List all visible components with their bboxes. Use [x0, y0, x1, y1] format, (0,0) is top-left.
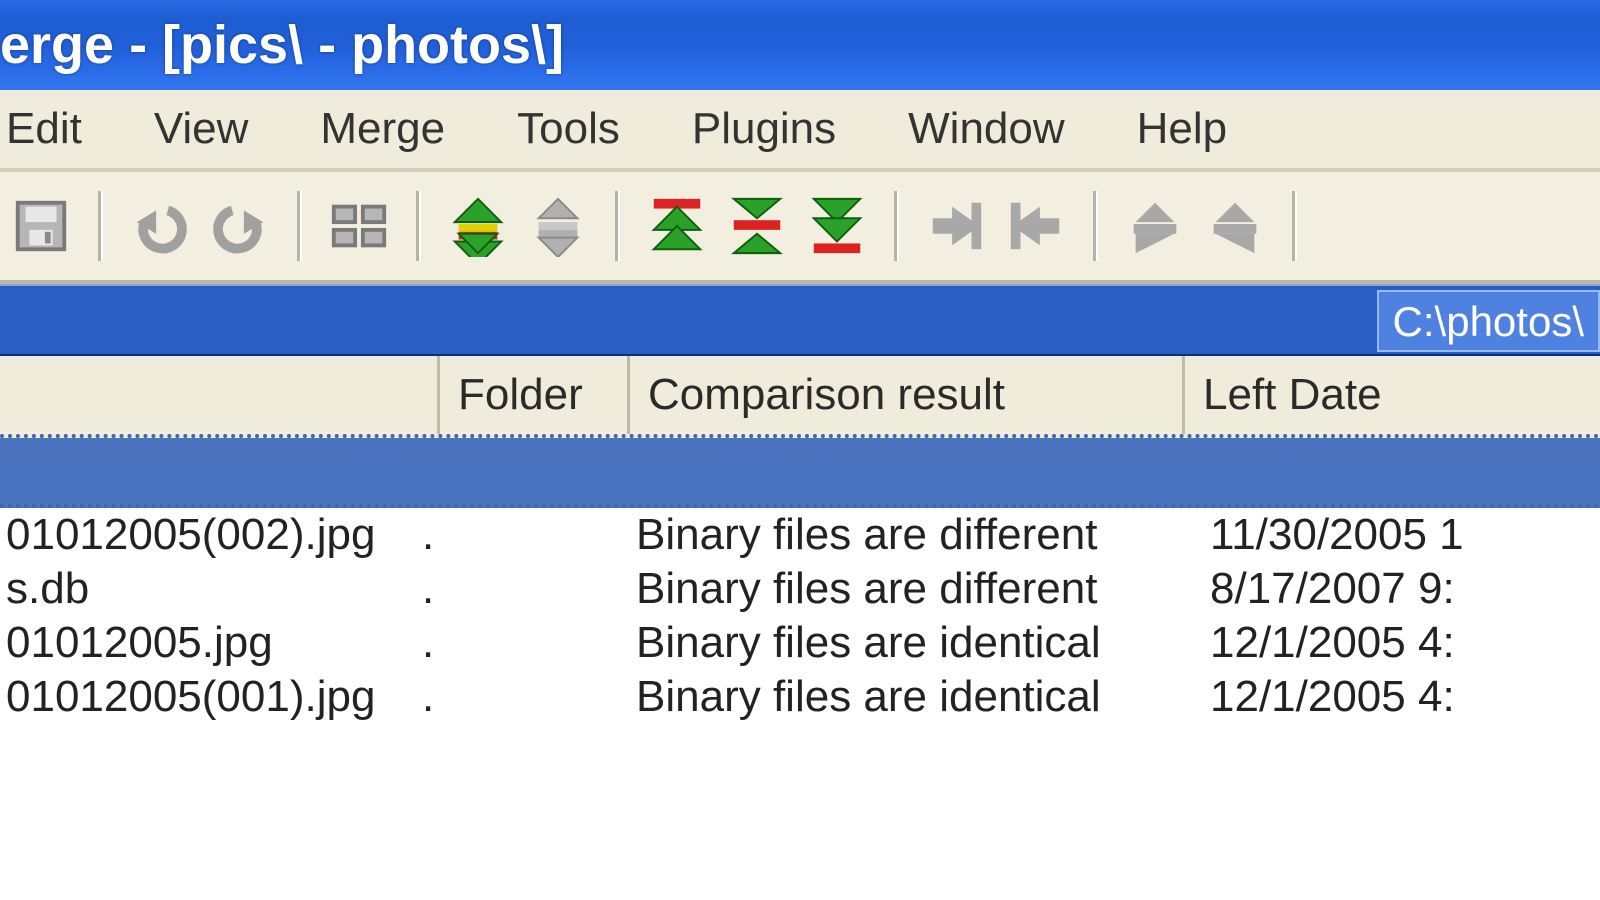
merge-to-left-icon — [1124, 195, 1186, 257]
redo-button[interactable] — [205, 191, 275, 261]
file-list: 01012005(002).jpg . Binary files are dif… — [0, 508, 1600, 724]
column-result[interactable]: Comparison result — [630, 356, 1185, 434]
copy-left-button[interactable] — [1001, 191, 1071, 261]
menu-tools[interactable]: Tools — [511, 98, 626, 160]
menu-help[interactable]: Help — [1131, 98, 1234, 160]
save-button[interactable] — [6, 191, 76, 261]
diff-next-icon — [447, 195, 509, 257]
toolbar-separator — [1292, 191, 1297, 261]
undo-icon — [129, 195, 191, 257]
window-title-bar: erge - [pics\ - photos\] — [0, 0, 1600, 90]
first-diff-button[interactable] — [642, 191, 712, 261]
toolbar-separator — [297, 191, 302, 261]
merge-to-right-icon — [1204, 195, 1266, 257]
current-diff-button[interactable] — [722, 191, 792, 261]
to-current-diff-icon — [726, 195, 788, 257]
last-diff-button[interactable] — [802, 191, 872, 261]
toolbar-separator — [615, 191, 620, 261]
menu-view[interactable]: View — [148, 98, 255, 160]
menu-plugins[interactable]: Plugins — [686, 98, 842, 160]
menu-window[interactable]: Window — [902, 98, 1071, 160]
path-bar: C:\photos\ — [0, 284, 1600, 356]
menu-merge[interactable]: Merge — [314, 98, 451, 160]
toolbar — [0, 172, 1600, 284]
column-filename[interactable] — [0, 356, 440, 434]
table-row[interactable]: 01012005(002).jpg . Binary files are dif… — [0, 508, 1600, 562]
layout-icon — [328, 195, 390, 257]
merge-right-button[interactable] — [1200, 191, 1270, 261]
cell-folder: . — [412, 564, 630, 614]
selected-row[interactable] — [0, 438, 1600, 508]
toolbar-separator — [98, 191, 103, 261]
column-folder[interactable]: Folder — [440, 356, 630, 434]
save-icon — [10, 195, 72, 257]
menu-bar: Edit View Merge Tools Plugins Window Hel… — [0, 90, 1600, 172]
cell-result: Binary files are identical — [630, 618, 1204, 668]
cell-filename: 01012005(002).jpg — [0, 510, 412, 560]
column-headers: Folder Comparison result Left Date — [0, 356, 1600, 438]
prev-diff-button[interactable] — [523, 191, 593, 261]
cell-date: 8/17/2007 9: — [1204, 564, 1600, 614]
redo-icon — [209, 195, 271, 257]
toolbar-separator — [894, 191, 899, 261]
copy-right-icon — [925, 195, 987, 257]
to-last-diff-icon — [806, 195, 868, 257]
cell-result: Binary files are identical — [630, 672, 1204, 722]
copy-left-icon — [1005, 195, 1067, 257]
cell-folder: . — [412, 618, 630, 668]
cell-result: Binary files are different — [630, 510, 1204, 560]
cell-filename: s.db — [0, 564, 412, 614]
table-row[interactable]: 01012005(001).jpg . Binary files are ide… — [0, 670, 1600, 724]
toolbar-separator — [416, 191, 421, 261]
cell-date: 12/1/2005 4: — [1204, 672, 1600, 722]
toolbar-separator — [1093, 191, 1098, 261]
merge-left-button[interactable] — [1120, 191, 1190, 261]
table-row[interactable]: s.db . Binary files are different 8/17/2… — [0, 562, 1600, 616]
cell-date: 11/30/2005 1 — [1204, 510, 1600, 560]
cell-filename: 01012005.jpg — [0, 618, 412, 668]
cell-folder: . — [412, 510, 630, 560]
diff-prev-icon — [527, 195, 589, 257]
layout-button[interactable] — [324, 191, 394, 261]
menu-edit[interactable]: Edit — [0, 98, 88, 160]
next-diff-button[interactable] — [443, 191, 513, 261]
cell-result: Binary files are different — [630, 564, 1204, 614]
cell-folder: . — [412, 672, 630, 722]
copy-right-button[interactable] — [921, 191, 991, 261]
table-row[interactable]: 01012005.jpg . Binary files are identica… — [0, 616, 1600, 670]
column-left-date[interactable]: Left Date — [1185, 356, 1600, 434]
window-title-text: erge - [pics\ - photos\] — [0, 14, 564, 76]
undo-button[interactable] — [125, 191, 195, 261]
cell-date: 12/1/2005 4: — [1204, 618, 1600, 668]
cell-filename: 01012005(001).jpg — [0, 672, 412, 722]
right-path-label[interactable]: C:\photos\ — [1377, 290, 1600, 352]
to-first-diff-icon — [646, 195, 708, 257]
